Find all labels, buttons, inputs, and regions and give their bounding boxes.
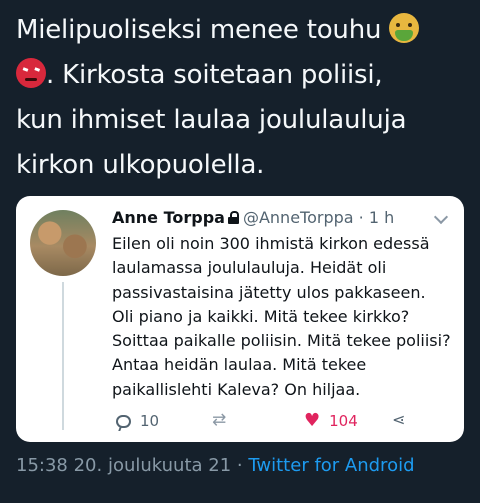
header-separator: · <box>358 208 364 227</box>
tweet-line-3: kun ihmiset laulaa joululauluja <box>16 105 407 135</box>
thread-line <box>62 282 64 430</box>
tweet-line-1: Mielipuoliseksi menee touhu <box>16 15 382 45</box>
author-handle[interactable]: @AnneTorppa <box>243 208 354 227</box>
lock-icon <box>227 211 239 224</box>
like-button[interactable]: ♥ 104 <box>304 410 358 431</box>
retweet-button[interactable]: ⇄ <box>212 412 226 429</box>
sick-face-emoji-icon <box>389 13 420 43</box>
reply-icon <box>116 414 131 428</box>
timestamp[interactable]: 15:38 20. joulukuuta 21 <box>16 455 231 476</box>
quoted-tweet-header: Anne Torppa @AnneTorppa · 1 h <box>112 207 394 229</box>
tweet-line-2: . Kirkosta soitetaan poliisi, <box>46 60 383 90</box>
avatar[interactable] <box>30 210 96 276</box>
tweet-line-4: kirkon ulkopuolella. <box>16 150 265 180</box>
tweet-actions: 10 ⇄ ♥ 104 ⋖ <box>112 412 452 434</box>
share-icon: ⋖ <box>392 410 406 429</box>
tweet-text: Mielipuoliseksi menee touhu . Kirkosta s… <box>16 8 471 188</box>
author-name[interactable]: Anne Torppa <box>112 208 225 227</box>
like-count: 104 <box>329 412 358 430</box>
heart-icon: ♥ <box>304 410 321 431</box>
quoted-tweet-card[interactable]: Anne Torppa @AnneTorppa · 1 h Eilen oli n… <box>16 196 464 442</box>
reply-button[interactable]: 10 <box>116 412 159 430</box>
retweet-icon: ⇄ <box>212 410 227 430</box>
reply-count: 10 <box>140 412 160 430</box>
source-link[interactable]: Twitter for Android <box>248 455 414 476</box>
tweet-footer: 15:38 20. joulukuuta 21 · Twitter for An… <box>16 455 415 476</box>
tweet-time[interactable]: 1 h <box>369 208 394 227</box>
angry-face-emoji-icon <box>16 58 46 88</box>
chevron-down-icon[interactable] <box>433 209 449 225</box>
quoted-tweet-body: Eilen oli noin 300 ihmistä kirkon edessä… <box>112 234 451 399</box>
footer-separator: · <box>236 455 243 476</box>
share-button[interactable]: ⋖ <box>392 412 405 428</box>
